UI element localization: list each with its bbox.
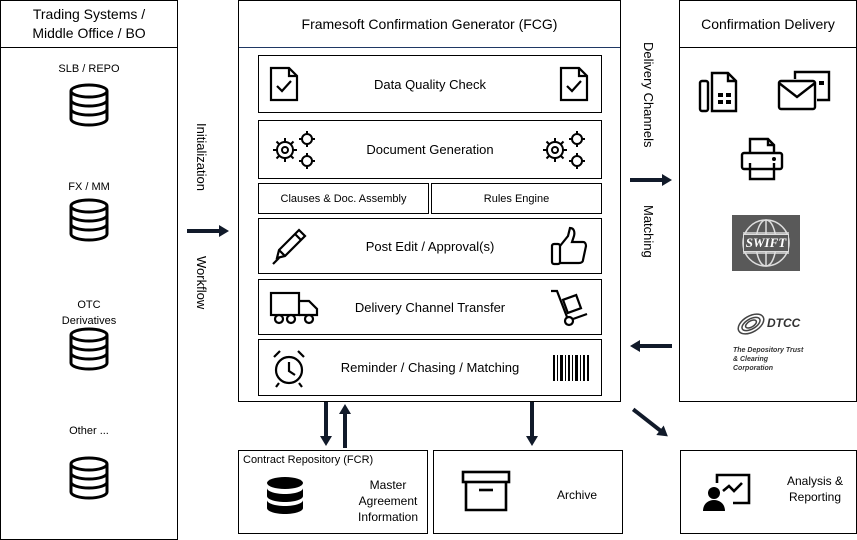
contract-repository-title: Contract Repository (FCR) <box>243 454 374 466</box>
contract-repository-panel: Contract Repository (FCR) Master Agreeme… <box>238 450 428 534</box>
arrow-right-icon <box>187 225 229 237</box>
confirmation-delivery-title: Confirmation Delivery <box>680 1 856 48</box>
source-label-other: Other ... <box>69 425 109 437</box>
arrow-left-icon <box>630 340 672 352</box>
hand-truck-icon <box>549 287 589 327</box>
step-post-edit-approval: Post Edit / Approval(s) <box>258 218 602 274</box>
step-label: Data Quality Check <box>374 76 486 92</box>
clauses-doc-assembly: Clauses & Doc. Assembly <box>258 183 429 214</box>
arrow-down-icon <box>526 402 538 446</box>
arrow-diagonal-icon <box>632 407 668 437</box>
confirmation-delivery-panel: Confirmation Delivery SWIFT DTCC The Dep… <box>679 0 857 402</box>
alarm-clock-icon <box>269 348 309 388</box>
fcg-title: Framesoft Confirmation Generator (FCG) <box>239 1 620 48</box>
gears-icon <box>269 130 319 170</box>
document-check-icon <box>269 66 299 102</box>
step-document-generation: Document Generation <box>258 120 602 179</box>
master-agreement-label: Master Agreement Information <box>357 478 419 524</box>
barcode-icon <box>553 354 589 381</box>
source-label-otc: OTC Derivatives <box>61 299 117 327</box>
analytics-presentation-icon <box>703 473 751 511</box>
step-label: Document Generation <box>366 142 494 157</box>
step-label: Post Edit / Approval(s) <box>365 238 495 254</box>
step-delivery-channel-transfer: Delivery Channel Transfer <box>258 279 602 335</box>
analysis-reporting-panel: Analysis & Reporting <box>680 450 857 534</box>
thumbs-up-icon <box>549 226 589 266</box>
matching-label: Matching <box>641 205 656 258</box>
database-icon <box>267 477 303 514</box>
source-label-slb-repo: SLB / REPO <box>58 63 120 75</box>
archive-label: Archive <box>557 488 598 502</box>
dtcc-subtitle: The Depository Trust & Clearing Corporat… <box>733 347 804 372</box>
database-icon <box>69 456 109 500</box>
fax-icon <box>698 71 738 113</box>
rules-engine: Rules Engine <box>431 183 602 214</box>
trading-systems-panel: Trading Systems / Middle Office / BO SLB… <box>0 0 178 540</box>
workflow-label: Workflow <box>194 256 209 310</box>
source-label-fx-mm: FX / MM <box>68 181 110 193</box>
database-icon <box>69 327 109 371</box>
analysis-reporting-label: Analysis & Reporting <box>786 474 844 504</box>
delivery-channels-label: Delivery Channels <box>641 42 656 148</box>
step-data-quality-check: Data Quality Check <box>258 55 602 113</box>
step-label: Delivery Channel Transfer <box>354 299 506 315</box>
initialization-label: Initialization <box>194 123 209 191</box>
dtcc-text: DTCC <box>767 316 801 330</box>
database-icon <box>69 83 109 127</box>
swift-text: SWIFT <box>742 234 790 252</box>
arrow-down-icon <box>320 402 332 446</box>
step-label: Reminder / Chasing / Matching <box>340 360 520 375</box>
archive-box-icon <box>461 470 511 512</box>
truck-icon <box>269 289 319 325</box>
dtcc-logo: DTCC The Depository Trust & Clearing Cor… <box>733 308 805 372</box>
pen-icon <box>269 226 309 266</box>
gears-icon <box>539 130 589 170</box>
email-icon <box>777 70 831 111</box>
printer-icon <box>740 137 784 181</box>
document-check-icon <box>559 66 589 102</box>
arrow-right-icon <box>630 174 672 186</box>
swift-logo: SWIFT <box>732 215 800 271</box>
database-icon <box>69 198 109 242</box>
arrow-up-icon <box>339 404 351 448</box>
trading-systems-title: Trading Systems / Middle Office / BO <box>1 1 177 48</box>
step-reminder-chasing-matching: Reminder / Chasing / Matching <box>258 339 602 396</box>
archive-panel: Archive <box>433 450 623 534</box>
